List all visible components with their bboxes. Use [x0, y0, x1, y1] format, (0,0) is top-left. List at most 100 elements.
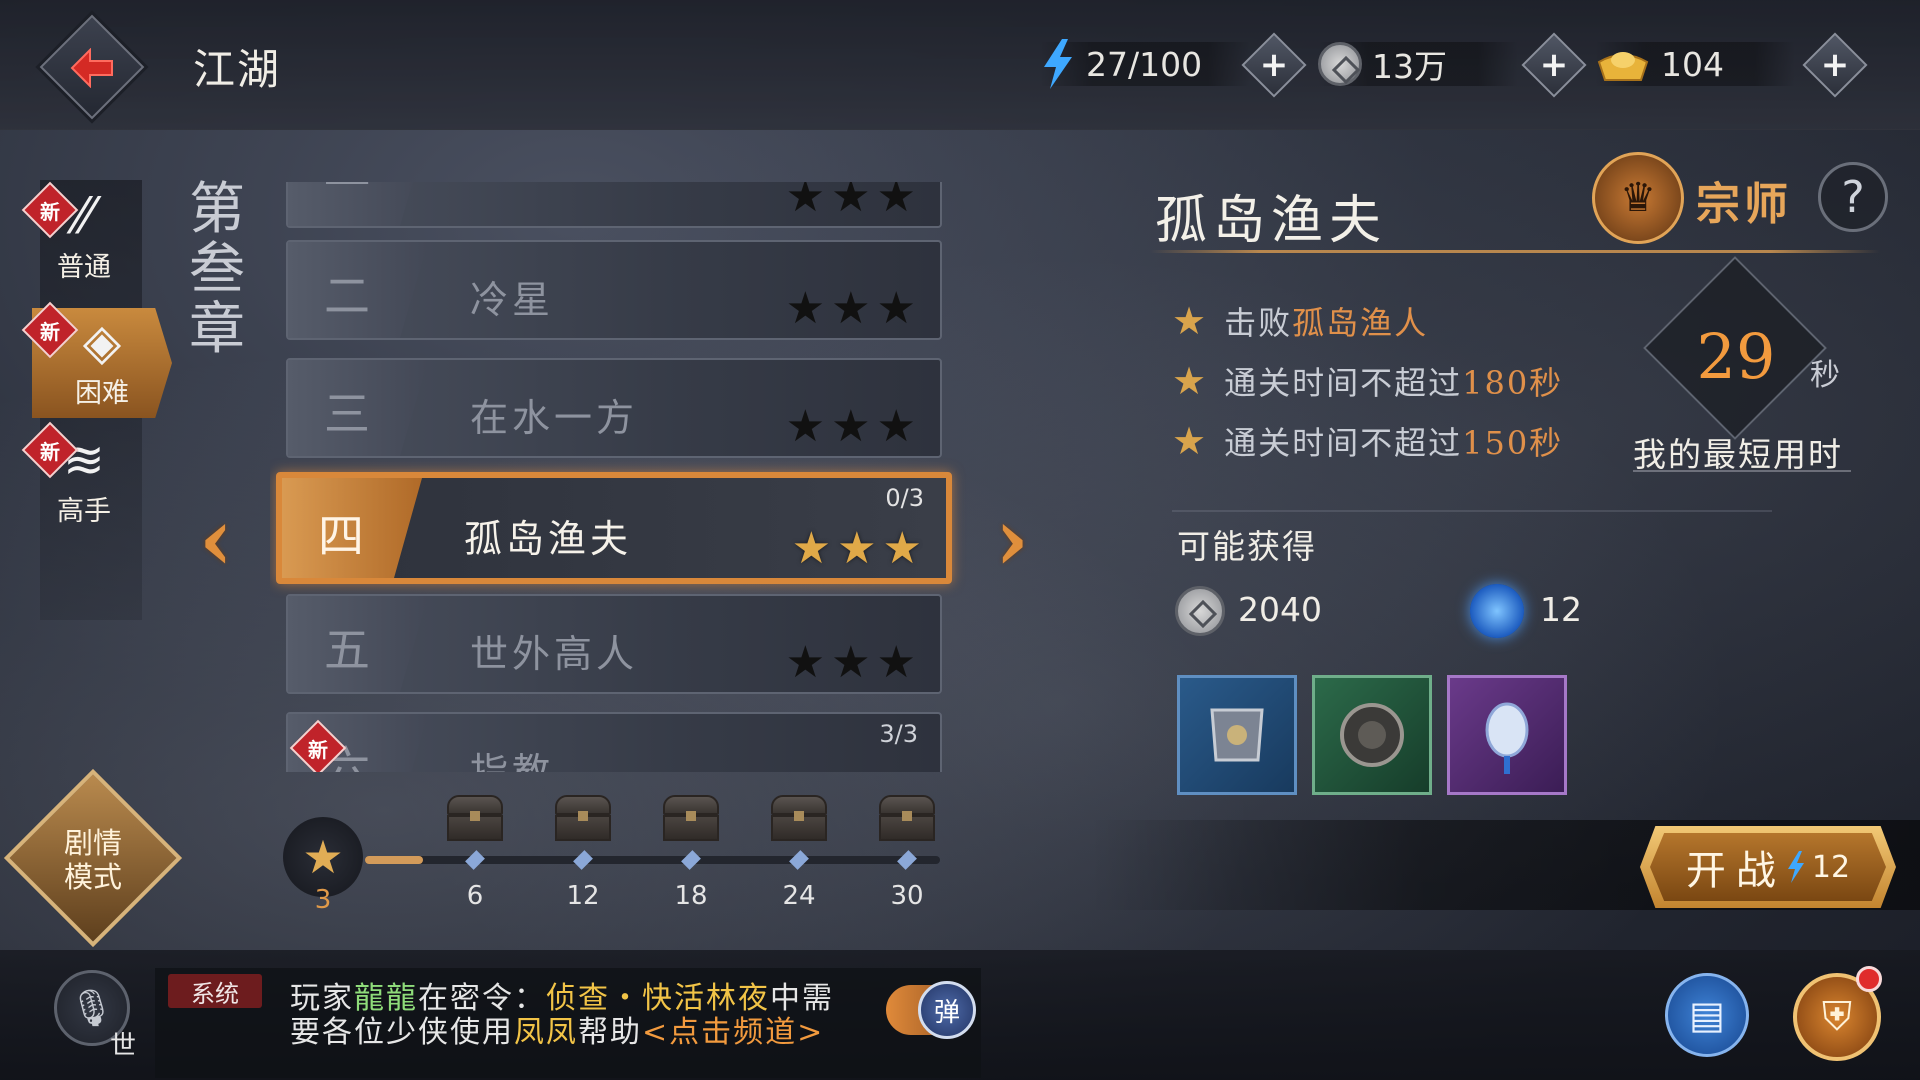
- stage-name: 冷星: [470, 278, 555, 322]
- stage-stars: ★★★: [785, 182, 922, 222]
- coin-icon: [1175, 586, 1225, 636]
- milestone-label: 6: [466, 881, 484, 911]
- armor-fragment-icon[interactable]: [1177, 675, 1297, 795]
- stage-number: 三: [324, 387, 370, 441]
- back-arrow-icon[interactable]: [64, 40, 120, 96]
- tab-label: 高手: [57, 496, 111, 527]
- chat-channel-link[interactable]: <点击频道>: [642, 1015, 824, 1050]
- reward-coins: 2040: [1238, 590, 1322, 629]
- coin-icon: [1318, 42, 1362, 86]
- milestone-label: 30: [890, 881, 924, 911]
- star-icon: ★: [1172, 419, 1209, 463]
- star-icon: ★: [1172, 359, 1209, 403]
- stage-name: 在水一方: [470, 396, 639, 440]
- new-badge-text: 新: [308, 737, 328, 762]
- rank-emblem-icon: ♛: [1592, 152, 1684, 244]
- gold-ingot-icon: [1597, 52, 1649, 81]
- reward-divider: [1172, 510, 1772, 512]
- notification-dot: [1856, 966, 1882, 992]
- reward-jade: 12: [1540, 590, 1582, 629]
- milestone-marker: [681, 850, 701, 870]
- star-icon: ★: [1172, 299, 1209, 343]
- prev-stage-arrow-icon[interactable]: ‹: [192, 497, 240, 583]
- stage-stars: ★★★: [791, 523, 928, 574]
- chat-channel-label[interactable]: 世: [110, 1025, 136, 1062]
- chest-icon[interactable]: [663, 795, 719, 841]
- barrage-toggle-knob[interactable]: 弹: [918, 981, 976, 1039]
- stage-number: 一: [324, 182, 370, 211]
- chapter-title: 第叁章: [189, 177, 245, 362]
- objective-text: 通关时间不超过: [1224, 364, 1463, 402]
- plus-icon[interactable]: +: [1251, 42, 1297, 88]
- best-time-divider: [1633, 470, 1851, 472]
- scroll-icon[interactable]: ▤: [1665, 973, 1749, 1057]
- stage-name: 孤岛渔夫: [464, 517, 633, 561]
- objective-text: 击败: [1224, 304, 1293, 342]
- stage-item[interactable]: 五 世外高人 ★★★: [286, 594, 942, 694]
- stage-stars: ★★★: [785, 283, 922, 334]
- gold-value: 104: [1661, 44, 1724, 84]
- objective-highlight: 150秒: [1462, 424, 1564, 462]
- star-total-count: 3: [314, 885, 332, 915]
- stage-number: 五: [324, 623, 370, 677]
- star-progress-fill: [365, 856, 423, 864]
- objective-3: ★ 通关时间不超过 150秒: [1172, 418, 1563, 464]
- milestone-marker: [573, 850, 593, 870]
- stage-item[interactable]: 二 冷星 ★★★: [286, 240, 942, 340]
- help-button[interactable]: ?: [1818, 162, 1888, 232]
- milestone-label: 24: [782, 881, 816, 911]
- stage-item-selected[interactable]: 四 孤岛渔夫 0/3 ★★★: [276, 472, 952, 584]
- objective-text: 通关时间不超过: [1224, 424, 1463, 462]
- chest-icon[interactable]: [879, 795, 935, 841]
- star-progress: ★ 3 6 12 18 24 30: [280, 795, 960, 915]
- chat-line-2: 要各位少侠使用凤凤帮助<点击频道>: [290, 1007, 824, 1051]
- chest-icon[interactable]: [555, 795, 611, 841]
- sword-icon: ⁄⁄: [75, 187, 93, 245]
- lantern-ornament-icon[interactable]: [1447, 675, 1567, 795]
- coins-value: 13万: [1372, 47, 1447, 86]
- stage-name: 指教: [470, 750, 555, 772]
- stage-detail-title: 孤岛渔夫: [1155, 191, 1388, 251]
- new-badge-text: 新: [40, 199, 60, 224]
- stage-item[interactable]: 三 在水一方 ★★★: [286, 358, 942, 458]
- stage-number: 二: [324, 269, 370, 323]
- system-tag: 系统: [168, 974, 262, 1008]
- chat-text: 要各位少侠使用: [290, 1015, 514, 1050]
- milestone-label: 12: [566, 881, 600, 911]
- start-battle-label: 开战: [1685, 848, 1786, 894]
- objective-1: ★ 击败 孤岛渔人: [1172, 298, 1428, 344]
- stage-progress: 0/3: [885, 484, 924, 512]
- coins-display: 13万: [1318, 42, 1518, 86]
- stamina-display: 27/100: [1040, 39, 1250, 89]
- page-title: 江湖: [193, 45, 282, 94]
- plus-icon[interactable]: +: [1812, 42, 1858, 88]
- stage-number: 四: [318, 509, 364, 563]
- milestone-label: 18: [674, 881, 708, 911]
- story-mode-line1: 剧情: [63, 826, 122, 860]
- title-divider: [1150, 250, 1880, 253]
- start-battle-button-face[interactable]: 开战 12: [1650, 833, 1886, 901]
- chat-text: 帮助: [578, 1015, 642, 1050]
- reward-heading: 可能获得: [1177, 527, 1317, 566]
- objective-highlight: 180秒: [1462, 364, 1564, 402]
- shield-fragment-icon[interactable]: [1312, 675, 1432, 795]
- stamina-value: 27/100: [1086, 44, 1203, 84]
- chest-icon[interactable]: [447, 795, 503, 841]
- lightning-icon: [1044, 39, 1072, 89]
- best-time-label: 我的最短用时: [1633, 435, 1843, 474]
- story-mode-label[interactable]: 剧情 模式: [30, 810, 156, 910]
- stage-item[interactable]: 六 指教 3/3 新: [286, 712, 942, 772]
- tab-label: 普通: [57, 252, 111, 283]
- new-badge-text: 新: [40, 319, 60, 344]
- milestone-marker: [897, 850, 917, 870]
- chat-player-name[interactable]: 凤凤: [514, 1015, 578, 1050]
- best-time-unit: 秒: [1810, 358, 1840, 393]
- tab-label: 困难: [75, 378, 129, 409]
- plus-icon[interactable]: +: [1531, 42, 1577, 88]
- objective-highlight: 孤岛渔人: [1292, 304, 1429, 342]
- stage-stars: ★★★: [785, 401, 922, 452]
- stage-item[interactable]: 一 ★★★: [286, 182, 942, 228]
- chest-icon[interactable]: [771, 795, 827, 841]
- gold-display: 104: [1595, 42, 1795, 86]
- next-stage-arrow-icon[interactable]: ›: [988, 497, 1036, 583]
